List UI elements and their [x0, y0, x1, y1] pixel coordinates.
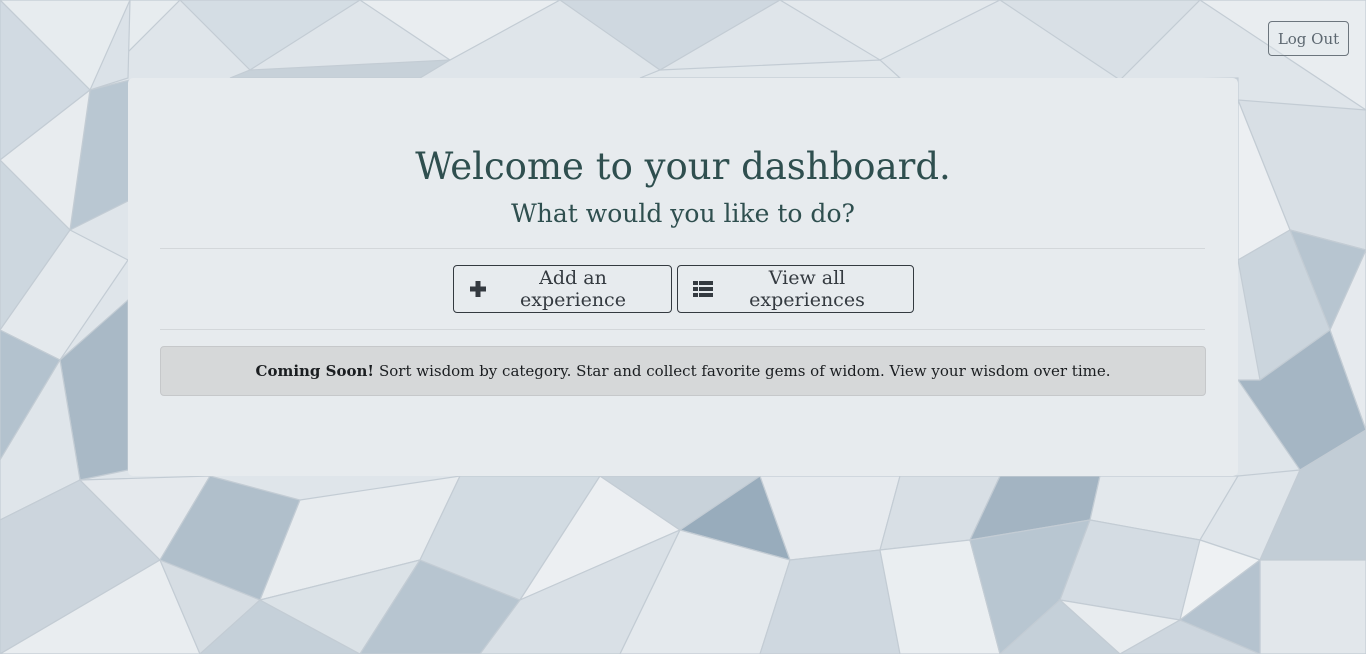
logout-button[interactable]: Log Out — [1268, 21, 1349, 56]
page-subtitle: What would you like to do? — [511, 199, 855, 228]
add-experience-button[interactable]: Add an experience — [452, 265, 672, 313]
list-icon — [692, 280, 713, 298]
alert-text: Sort wisdom by category. Star and collec… — [378, 362, 1111, 380]
alert-emphasis: Coming Soon! — [255, 362, 374, 380]
coming-soon-alert: Coming Soon! Sort wisdom by category. St… — [160, 346, 1206, 396]
plus-icon — [469, 280, 487, 298]
dashboard-panel: Welcome to your dashboard. What would yo… — [128, 78, 1238, 476]
divider-bottom — [160, 329, 1205, 330]
add-experience-label: Add an experience — [520, 267, 626, 311]
action-buttons: Add an experience View all experiences — [128, 265, 1238, 313]
view-experiences-button[interactable]: View all experiences — [676, 265, 914, 313]
page-title: Welcome to your dashboard. — [415, 145, 951, 188]
view-experiences-label: View all experiences — [749, 267, 865, 311]
divider-top — [160, 248, 1205, 249]
